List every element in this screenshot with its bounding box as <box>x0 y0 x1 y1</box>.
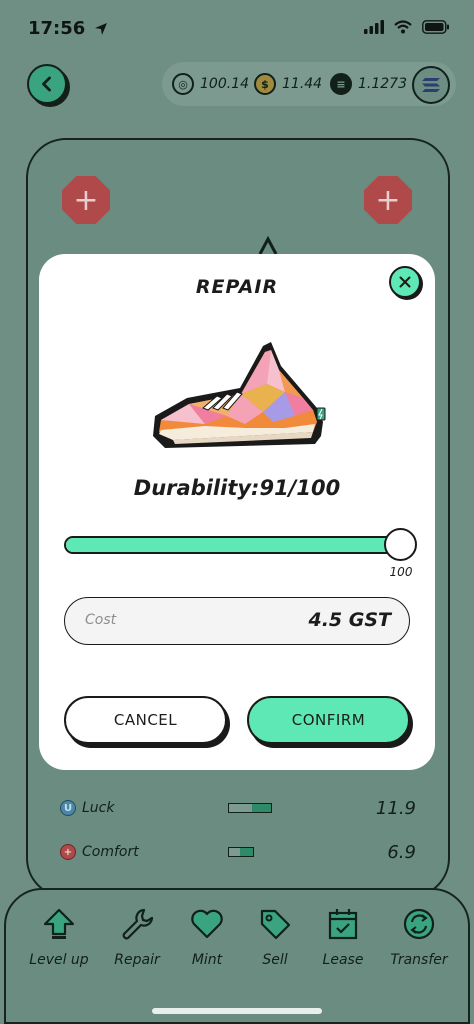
chevron-left-icon <box>42 76 51 92</box>
stat-row-luck: U Luck 11.9 <box>60 798 420 822</box>
modal-title: REPAIR <box>195 276 279 298</box>
stat-bar <box>228 803 272 813</box>
durability-text: Durability:91/100 <box>133 476 341 500</box>
cost-label: Cost <box>85 612 117 628</box>
wrench-icon <box>122 908 154 940</box>
back-button[interactable] <box>27 64 67 104</box>
nav-label: Level up <box>29 952 89 968</box>
confirm-button[interactable]: CONFIRM <box>247 696 410 744</box>
nav-level-up[interactable]: Level up <box>24 904 94 974</box>
wallet-button[interactable] <box>412 66 450 104</box>
battery-icon <box>422 20 449 34</box>
sneaker-image <box>153 342 326 448</box>
close-icon <box>399 276 411 288</box>
nav-sell[interactable]: Sell <box>240 904 310 974</box>
solana-icon <box>422 78 440 92</box>
repair-modal: REPAIR Durability:91/100 100 Cost 4.5 GS… <box>39 254 435 770</box>
cost-value: 4.5 GST <box>308 609 391 631</box>
balance-gst: $ 11.44 <box>254 73 322 95</box>
balance-sol-value: 1.1273 <box>358 76 407 92</box>
nav-label: Repair <box>114 952 160 968</box>
nav-mint[interactable]: Mint <box>172 904 242 974</box>
gst-coin-icon: $ <box>254 73 276 95</box>
nav-label: Mint <box>191 952 223 968</box>
luck-icon: U <box>60 800 76 816</box>
tag-icon <box>260 909 291 940</box>
cost-field: Cost 4.5 GST <box>64 597 410 645</box>
nav-transfer[interactable]: Transfer <box>384 904 454 974</box>
calendar-icon <box>328 909 358 940</box>
status-time: 17:56 <box>28 18 108 39</box>
cancel-button[interactable]: CANCEL <box>64 696 227 744</box>
balance-gmt-value: 100.14 <box>200 76 249 92</box>
nav-repair[interactable]: Repair <box>102 904 172 974</box>
repair-slider-fill <box>66 538 391 552</box>
stat-label: Luck <box>82 800 115 816</box>
slider-max-label: 100 <box>389 565 413 579</box>
sol-coin-icon: ≡ <box>330 73 352 95</box>
bottom-action-bar: Level up Repair Mint Sell Lease Transfer <box>4 888 470 1024</box>
socket-add-icon-right: + <box>364 176 412 224</box>
gmt-coin-icon: ◎ <box>172 73 194 95</box>
status-icons <box>364 20 450 34</box>
location-arrow-icon <box>94 23 107 35</box>
nav-label: Sell <box>262 952 288 968</box>
stat-bar <box>228 847 254 857</box>
balance-gmt: ◎ 100.14 <box>172 73 249 95</box>
signal-icon <box>364 20 384 34</box>
repair-slider-thumb[interactable] <box>384 528 417 561</box>
nav-label: Lease <box>322 952 364 968</box>
heart-icon <box>191 909 223 939</box>
caret-up-icon <box>258 236 278 255</box>
status-bar: 17:56 <box>0 0 474 56</box>
home-indicator <box>152 1008 322 1014</box>
close-button[interactable] <box>389 266 421 298</box>
level-up-icon <box>43 908 75 939</box>
stat-row-comfort: + Comfort 6.9 <box>60 842 420 866</box>
balance-gst-value: 11.44 <box>282 76 323 92</box>
cancel-button-label: CANCEL <box>113 711 178 729</box>
stat-value: 6.9 <box>387 842 416 863</box>
stat-value: 11.9 <box>375 798 416 819</box>
nav-label: Transfer <box>390 952 448 968</box>
confirm-button-label: CONFIRM <box>291 711 366 729</box>
wifi-icon <box>394 20 412 34</box>
comfort-icon: + <box>60 844 76 860</box>
stat-bar-fill <box>239 848 253 856</box>
nav-lease[interactable]: Lease <box>308 904 378 974</box>
repair-slider-track[interactable] <box>64 536 410 554</box>
status-time-text: 17:56 <box>28 18 86 39</box>
stat-bar-fill <box>252 804 271 812</box>
balance-sol: ≡ 1.1273 <box>330 73 407 95</box>
transfer-icon <box>403 908 435 940</box>
stat-label: Comfort <box>82 844 139 860</box>
